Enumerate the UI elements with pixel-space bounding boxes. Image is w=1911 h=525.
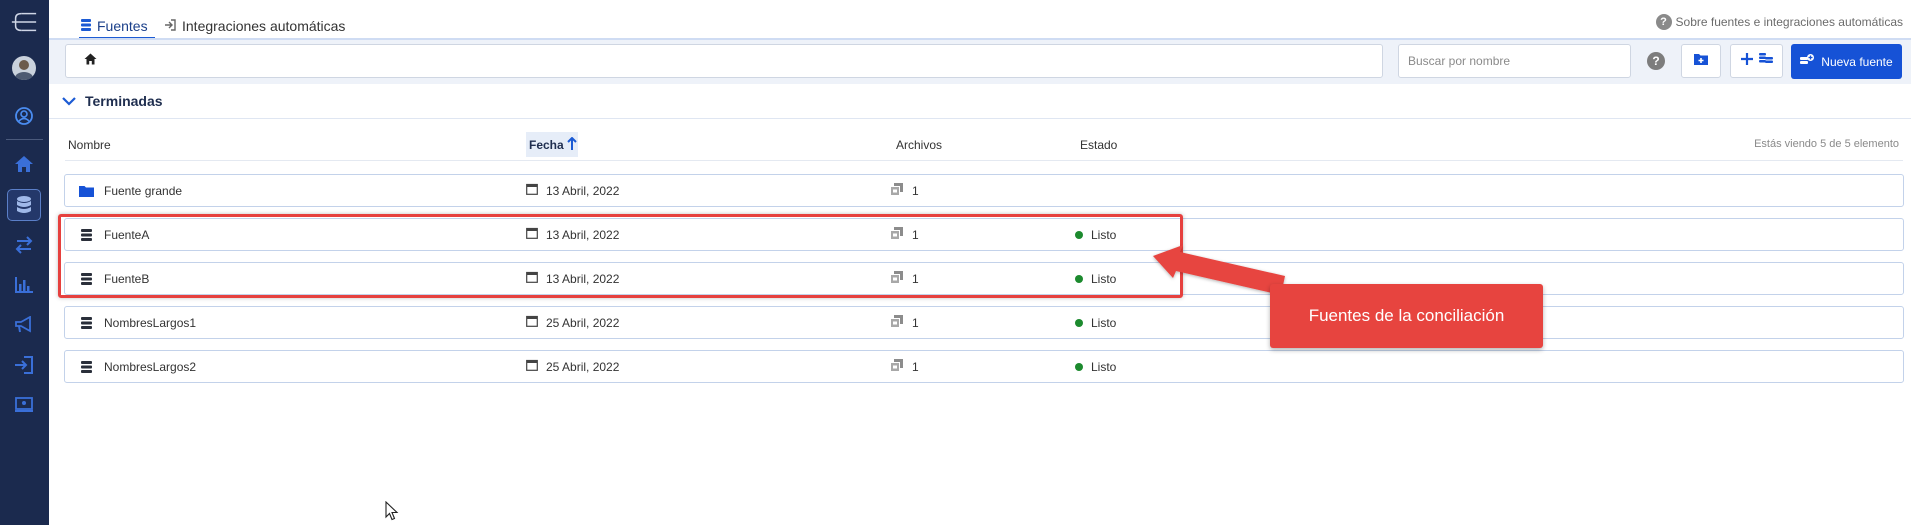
database-icon [81,18,91,34]
row-files[interactable]: 1 [890,175,919,206]
tab-bar: Fuentes Integraciones automáticas ? Sobr… [49,0,1911,40]
row-files[interactable]: 1 [890,307,919,338]
monitor-icon[interactable] [10,391,38,419]
help-link-label: Sobre fuentes e integraciones automática… [1675,15,1903,29]
toolbar: ? Nueva fuente [49,40,1911,84]
section-title: Terminadas [85,93,163,109]
section-divider [49,118,1911,119]
menu-icon[interactable] [10,8,38,36]
app: Fuentes Integraciones automáticas ? Sobr… [0,0,1911,525]
files-icon [890,358,904,375]
column-header-date[interactable]: Fecha [526,132,578,157]
tab-integrations-label: Integraciones automáticas [182,18,346,34]
header-divider [65,160,1903,161]
table-row[interactable]: Fuente grande 13 Abril, 2022 1 [64,174,1904,207]
bar-chart-icon[interactable] [10,271,38,299]
annotation-highlight-box [58,214,1183,298]
status-dot-icon [1075,362,1083,371]
tab-sources[interactable]: Fuentes [81,12,156,40]
calendar-icon [526,183,538,198]
import-icon [164,18,176,34]
table-row[interactable]: NombresLargos1 25 Abril, 2022 1 Listo [64,306,1904,339]
multi-database-icon [1758,52,1773,70]
row-files[interactable]: 1 [890,351,919,382]
user-circle-icon[interactable] [10,102,38,130]
row-date: 25 Abril, 2022 [526,351,619,382]
column-header-state[interactable]: Estado [1080,138,1117,152]
row-name: NombresLargos1 [104,315,197,330]
new-source-icon [1800,53,1815,70]
table-row[interactable]: NombresLargos2 25 Abril, 2022 1 Listo [64,350,1904,383]
database-icon[interactable] [10,191,38,219]
row-files-count: 1 [912,359,919,374]
calendar-icon [526,359,538,374]
megaphone-icon[interactable] [10,311,38,339]
items-count: Estás viendo 5 de 5 elemento [1754,138,1899,150]
calendar-icon [526,315,538,330]
files-icon [890,182,904,199]
annotation-label: Fuentes de la conciliación [1270,284,1543,348]
row-status: Listo [1075,351,1116,382]
new-source-label: Nueva fuente [1821,54,1893,69]
folder-plus-icon [1694,52,1708,70]
sort-ascending-icon [566,136,577,153]
login-icon[interactable] [10,351,38,379]
help-icon: ? [1655,14,1672,30]
tab-integrations[interactable]: Integraciones automáticas [164,12,345,40]
mouse-cursor-icon [385,500,399,525]
add-multiple-button[interactable] [1730,44,1783,78]
new-source-button[interactable]: Nueva fuente [1791,44,1902,79]
files-icon [890,314,904,331]
column-header-date-label: Fecha [529,137,564,152]
help-link[interactable]: ? Sobre fuentes e integraciones automáti… [1655,14,1903,30]
search-input[interactable] [1398,44,1631,78]
avatar[interactable] [12,56,36,80]
row-files-count: 1 [912,183,919,198]
breadcrumb [65,44,1383,78]
chevron-down-icon [62,93,76,109]
row-name: NombresLargos2 [104,359,197,374]
row-status-label: Listo [1091,359,1117,374]
column-header-files[interactable]: Archivos [896,138,942,152]
tab-sources-label: Fuentes [97,18,148,34]
status-dot-icon [1075,318,1083,327]
section-toggle[interactable]: Terminadas [62,93,163,109]
row-date-value: 25 Abril, 2022 [546,315,620,330]
transfer-icon[interactable] [10,231,38,259]
sidebar [0,0,49,525]
row-name: Fuente grande [104,183,183,198]
row-date-value: 25 Abril, 2022 [546,359,620,374]
plus-icon [1740,52,1753,70]
row-status: Listo [1075,307,1116,338]
row-status-label: Listo [1091,315,1117,330]
row-files-count: 1 [912,315,919,330]
row-date-value: 13 Abril, 2022 [546,183,620,198]
new-folder-button[interactable] [1681,44,1721,78]
question-icon[interactable]: ? [1647,52,1665,70]
home-icon[interactable] [10,150,38,178]
home-icon[interactable] [84,52,97,70]
row-date: 13 Abril, 2022 [526,175,619,206]
database-icon [77,307,95,338]
column-header-name[interactable]: Nombre [68,138,111,152]
sidebar-separator [6,139,43,140]
folder-icon [77,175,95,206]
row-date: 25 Abril, 2022 [526,307,619,338]
database-icon [77,351,95,382]
